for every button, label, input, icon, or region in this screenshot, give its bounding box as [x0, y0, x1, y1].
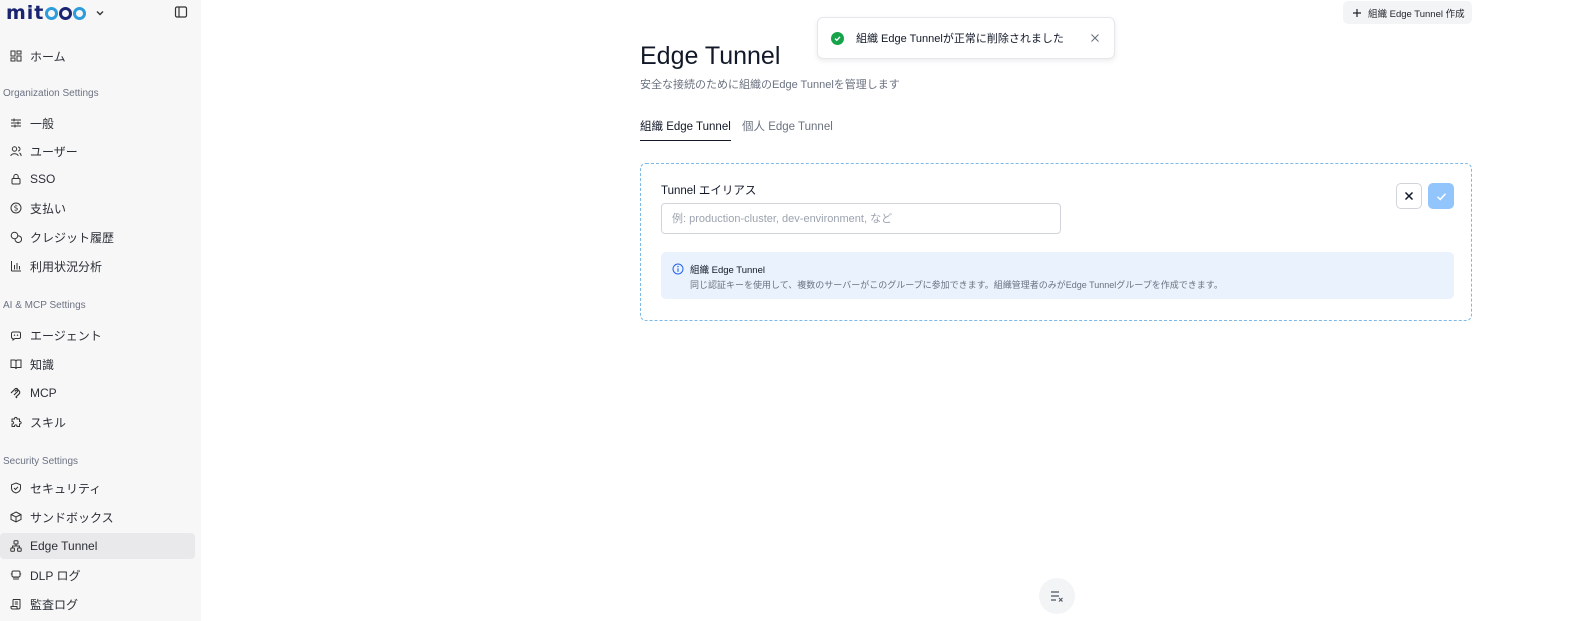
sidebar-item-sso[interactable]: SSO: [0, 166, 195, 192]
scroll-icon: [10, 599, 21, 610]
sidebar-item-usage-analytics[interactable]: 利用状況分析: [0, 253, 195, 279]
sidebar-item-label: スキル: [30, 415, 67, 430]
sidebar-item-home[interactable]: ホーム: [0, 43, 195, 69]
page-subtitle: 安全な接続のために組織のEdge Tunnelを管理します: [640, 79, 900, 91]
bot-icon: [11, 331, 21, 341]
svg-text:$: $: [14, 204, 19, 213]
sidebar-item-label: Edge Tunnel: [30, 539, 98, 553]
logo: mit: [6, 2, 87, 24]
close-icon[interactable]: [1090, 33, 1100, 43]
check-circle-icon: [831, 31, 844, 45]
dollar-icon: $: [10, 202, 22, 214]
success-toast: 組織 Edge Tunnelが正常に削除されました: [817, 17, 1115, 59]
section-title-ai-mcp: AI & MCP Settings: [3, 300, 86, 311]
tab-personal-tunnel[interactable]: 個人 Edge Tunnel: [742, 118, 833, 140]
sidebar-item-security[interactable]: セキュリティ: [0, 475, 195, 501]
network-icon: [10, 540, 22, 552]
check-icon: [1436, 192, 1446, 200]
tunnel-alias-label: Tunnel エイリアス: [661, 185, 757, 197]
sidebar-item-users[interactable]: ユーザー: [0, 138, 195, 164]
shield-icon: [11, 482, 21, 494]
lock-icon: [11, 173, 21, 185]
sidebar-item-label: 知識: [30, 357, 55, 372]
sidebar-item-label: 利用状況分析: [30, 259, 103, 274]
create-org-tunnel-button[interactable]: 組織 Edge Tunnel 作成: [1343, 1, 1472, 24]
section-title-security: Security Settings: [3, 456, 79, 467]
box-icon: [10, 511, 22, 523]
sidebar-item-label: SSO: [30, 172, 56, 186]
sidebar-item-label: 監査ログ: [30, 597, 79, 612]
sidebar-item-label: クレジット履歴: [30, 230, 115, 245]
sidebar-item-label: ユーザー: [30, 144, 78, 159]
create-button-label: 組織 Edge Tunnel 作成: [1368, 8, 1465, 20]
book-icon: [10, 359, 22, 370]
dlp-icon: [10, 570, 22, 580]
mcp-icon: [10, 387, 21, 399]
sidebar-item-label: 支払い: [30, 201, 67, 216]
plus-icon: [1353, 8, 1361, 17]
confirm-button[interactable]: [1428, 183, 1454, 209]
tab-organization-tunnel[interactable]: 組織 Edge Tunnel: [640, 118, 731, 141]
sliders-icon: [11, 118, 21, 128]
sidebar-item-general[interactable]: 一般: [0, 110, 195, 136]
info-icon: [672, 263, 684, 275]
section-title-organization: Organization Settings: [3, 88, 99, 99]
sidebar-item-sandbox[interactable]: サンドボックス: [0, 504, 195, 530]
tunnel-alias-input[interactable]: [661, 203, 1061, 234]
sidebar-item-label: サンドボックス: [30, 510, 114, 525]
users-icon: [10, 146, 22, 157]
sidebar-item-label: MCP: [30, 386, 57, 400]
sidebar-item-label: エージェント: [30, 328, 102, 343]
sidebar-item-dlp-log[interactable]: DLP ログ: [0, 562, 195, 588]
clear-list-button[interactable]: [1039, 578, 1075, 614]
sidebar-item-billing[interactable]: $ 支払い: [0, 195, 195, 221]
sidebar: mit ホーム Organization Settings 一般 ユーザー SS…: [0, 0, 201, 621]
sidebar-item-agents[interactable]: エージェント: [0, 322, 195, 348]
sidebar-item-label: ホーム: [30, 49, 66, 64]
puzzle-icon: [11, 416, 22, 427]
info-notice: 組織 Edge Tunnel 同じ認証キーを使用して、複数のサーバーがこのグルー…: [661, 252, 1454, 299]
org-switcher[interactable]: mit: [6, 2, 106, 24]
toast-message: 組織 Edge Tunnelが正常に削除されました: [856, 33, 1064, 45]
sidebar-item-label: セキュリティ: [30, 481, 102, 496]
sidebar-item-audit-log[interactable]: 監査ログ: [0, 591, 195, 617]
sidebar-item-skills[interactable]: スキル: [0, 409, 195, 435]
sidebar-item-label: DLP ログ: [30, 568, 81, 583]
dashboard-icon: [10, 50, 22, 62]
sidebar-item-credit-history[interactable]: クレジット履歴: [0, 224, 195, 250]
info-title: 組織 Edge Tunnel: [690, 265, 765, 276]
sidebar-toggle-icon[interactable]: [174, 5, 188, 19]
create-tunnel-form: Tunnel エイリアス 組織 Edge Tunnel 同じ認証キーを使用して、…: [640, 163, 1472, 321]
logo-text: mit: [6, 2, 45, 24]
page-title: Edge Tunnel: [640, 42, 781, 70]
cancel-button[interactable]: [1396, 183, 1422, 209]
info-description: 同じ認証キーを使用して、複数のサーバーがこのグループに参加できます。組織管理者の…: [690, 280, 1223, 290]
sidebar-item-knowledge[interactable]: 知識: [0, 351, 195, 377]
list-clear-icon: [1051, 591, 1063, 602]
close-icon: [1404, 191, 1414, 201]
coins-icon: [10, 231, 22, 243]
sidebar-item-mcp[interactable]: MCP: [0, 380, 195, 406]
sidebar-item-label: 一般: [30, 116, 55, 131]
bar-chart-icon: [11, 261, 21, 272]
sidebar-item-edge-tunnel[interactable]: Edge Tunnel: [0, 533, 195, 559]
chevron-down-icon: [96, 11, 104, 16]
